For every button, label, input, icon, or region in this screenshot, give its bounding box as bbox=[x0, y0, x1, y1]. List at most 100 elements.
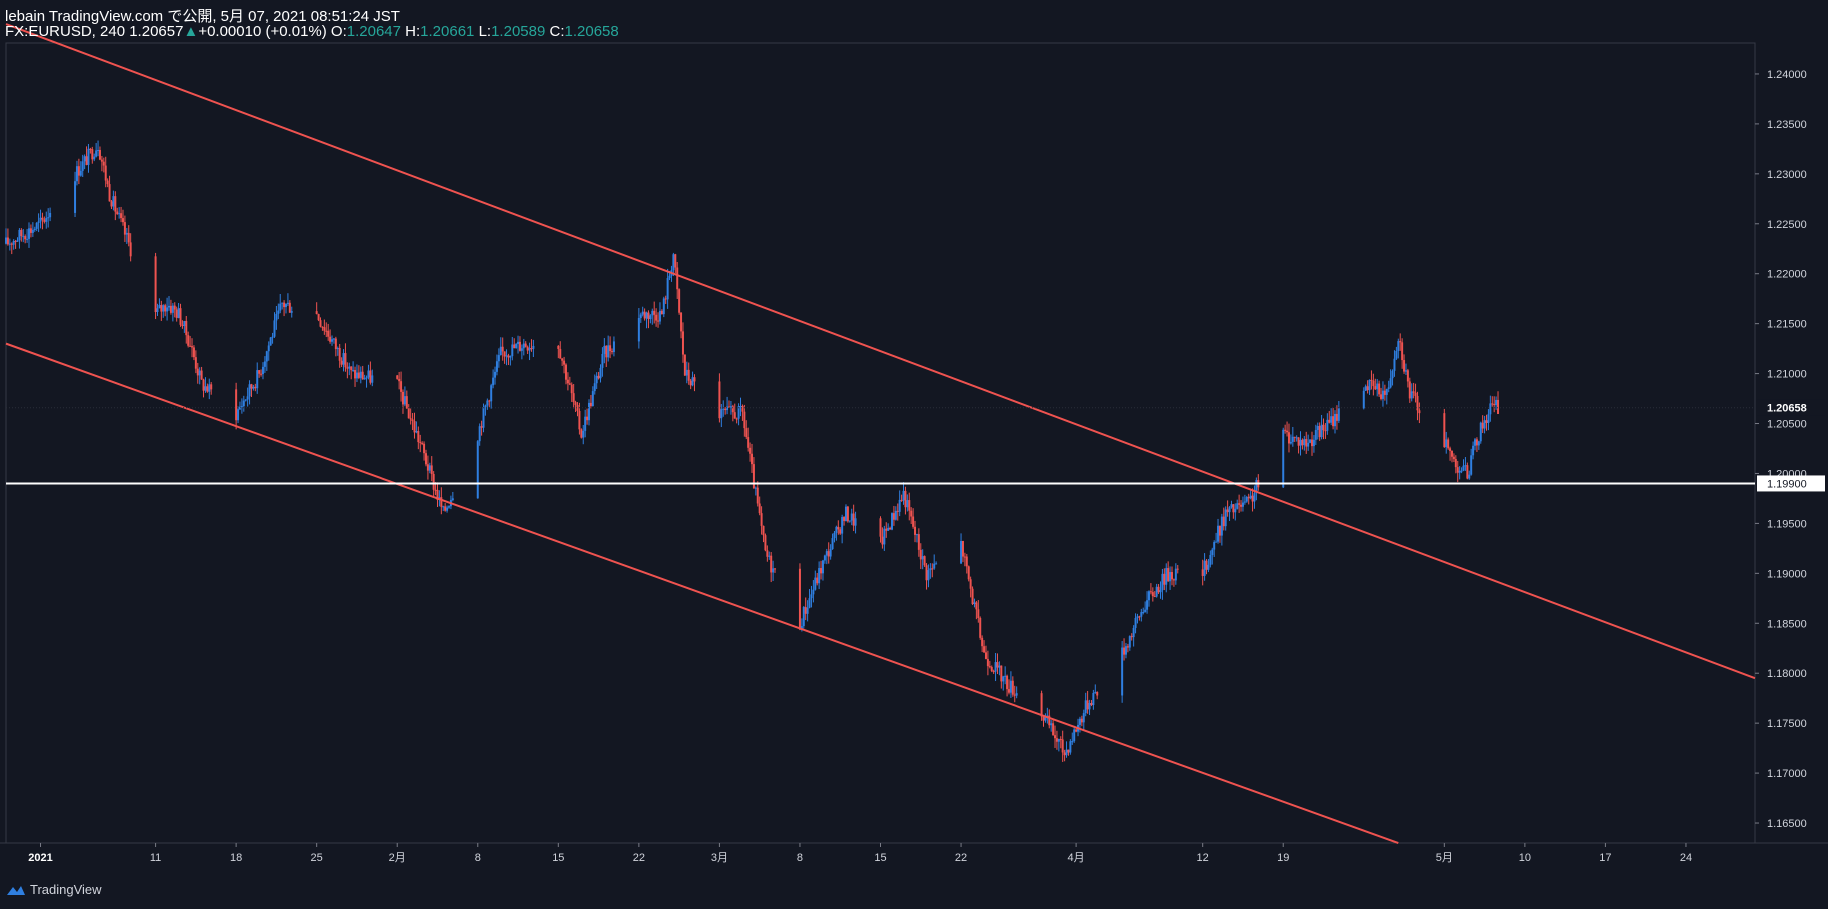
candle-body-119 bbox=[325, 330, 328, 332]
candle-body-288 bbox=[764, 535, 767, 551]
drawings-layer[interactable] bbox=[5, 23, 1756, 844]
candle-body-511 bbox=[1376, 383, 1379, 390]
candle-body-219 bbox=[586, 416, 589, 421]
candle-body-301 bbox=[812, 589, 815, 595]
candle-body-264 bbox=[718, 381, 721, 419]
candle-body-372 bbox=[994, 662, 997, 672]
candle-body-541 bbox=[1456, 467, 1459, 473]
candle-body-210 bbox=[568, 383, 571, 385]
candle-body-449 bbox=[1211, 549, 1214, 555]
candle-body-249 bbox=[666, 278, 669, 300]
candle-body-127 bbox=[340, 360, 343, 365]
candle-body-350 bbox=[929, 568, 932, 571]
candle-body-53 bbox=[129, 242, 132, 257]
candle-body-487 bbox=[1307, 442, 1310, 447]
candle-body-464 bbox=[1240, 504, 1243, 507]
candle-body-348 bbox=[925, 565, 928, 581]
candle-body-240 bbox=[649, 315, 652, 320]
candle-body-280 bbox=[749, 447, 752, 454]
candle-body-24 bbox=[74, 181, 77, 213]
candle-body-478 bbox=[1289, 441, 1292, 444]
candle-body-181 bbox=[490, 385, 493, 402]
candle-body-250 bbox=[668, 275, 671, 279]
candle-body-271 bbox=[731, 406, 734, 413]
candle-body-389 bbox=[1050, 723, 1053, 726]
candle-body-335 bbox=[900, 499, 903, 501]
candle-body-231 bbox=[609, 345, 612, 352]
candle-body-237 bbox=[643, 311, 646, 319]
candle-body-442 bbox=[1174, 568, 1177, 581]
candle-body-115 bbox=[317, 314, 320, 321]
candle-body-537 bbox=[1449, 448, 1452, 451]
candle-body-41 bbox=[106, 180, 109, 185]
chart-canvas[interactable]: 1.24000 1.23500 1.23000 1.22500 1.22000 1.215… bbox=[0, 0, 1828, 909]
candle-body-268 bbox=[726, 406, 729, 411]
candle-body-94 bbox=[254, 386, 257, 389]
candle-body-486 bbox=[1305, 438, 1308, 447]
candle-body-419 bbox=[1130, 636, 1133, 638]
candle-body-159 bbox=[424, 453, 427, 465]
candle-body-432 bbox=[1155, 586, 1158, 597]
time-tick-label: 15 bbox=[552, 852, 564, 864]
candle-body-79 bbox=[202, 379, 205, 391]
candle-body-178 bbox=[484, 405, 487, 408]
candle-body-342 bbox=[914, 526, 917, 535]
time-axis[interactable]: 2021 11 18 25 2月 8 15 22 3月 8 15 22 4月 12 19 5月 10 17 24 bbox=[28, 843, 1692, 864]
candle-body-23 bbox=[49, 212, 52, 218]
candle-body-96 bbox=[258, 370, 261, 374]
candle-body-481 bbox=[1295, 437, 1298, 439]
price-axis[interactable]: 1.24000 1.23500 1.23000 1.22500 1.22000 1.215… bbox=[1755, 69, 1825, 830]
candle-body-192 bbox=[511, 344, 514, 357]
candle-body-141 bbox=[367, 370, 370, 378]
candle-body-346 bbox=[921, 556, 924, 560]
candle-body-102 bbox=[269, 337, 272, 346]
candle-body-235 bbox=[639, 314, 642, 318]
candle-body-30 bbox=[85, 156, 88, 165]
candle-body-87 bbox=[240, 406, 243, 408]
candle-body-475 bbox=[1284, 429, 1287, 431]
candle-body-394 bbox=[1059, 739, 1062, 741]
candle-body-129 bbox=[344, 353, 347, 368]
candle-body-83 bbox=[210, 384, 213, 390]
candle-body-48 bbox=[120, 213, 123, 219]
candle-body-435 bbox=[1161, 573, 1164, 591]
candle-body-485 bbox=[1303, 438, 1306, 446]
candle-body-452 bbox=[1217, 525, 1220, 542]
candle-body-374 bbox=[998, 665, 1001, 668]
candle-body-230 bbox=[607, 345, 610, 358]
candle-body-77 bbox=[198, 370, 201, 376]
candle-body-460 bbox=[1232, 504, 1235, 513]
candle-body-259 bbox=[685, 369, 688, 376]
candle-body-555 bbox=[1483, 420, 1486, 429]
candle-body-120 bbox=[327, 330, 330, 337]
last-price-tag-label: 1.20658 bbox=[1767, 403, 1807, 415]
candle-body-204 bbox=[557, 345, 560, 349]
candle-body-400 bbox=[1071, 741, 1074, 743]
candle-body-427 bbox=[1146, 600, 1149, 610]
candle-body-222 bbox=[591, 391, 594, 407]
candle-body-414 bbox=[1121, 647, 1124, 696]
candle-body-215 bbox=[578, 410, 581, 430]
candle-body-51 bbox=[125, 232, 128, 235]
candle-body-256 bbox=[680, 312, 683, 332]
price-tick-label: 1.16500 bbox=[1767, 818, 1807, 830]
candle-body-207 bbox=[563, 360, 566, 365]
footer-brand: TradingView bbox=[30, 882, 102, 897]
candle-body-275 bbox=[739, 406, 742, 408]
candle-body-304 bbox=[818, 568, 821, 584]
candle-body-236 bbox=[641, 311, 644, 315]
candle-body-369 bbox=[988, 666, 991, 668]
candle-body-28 bbox=[81, 161, 84, 171]
candle-body-498 bbox=[1328, 419, 1331, 423]
tradingview-footer[interactable]: TradingView bbox=[6, 882, 102, 897]
candle-body-558 bbox=[1489, 403, 1492, 415]
candle-body-228 bbox=[603, 345, 606, 354]
candle-body-65 bbox=[175, 309, 178, 318]
candle-body-515 bbox=[1383, 390, 1386, 395]
candle-body-193 bbox=[513, 344, 516, 349]
candle-body-365 bbox=[981, 637, 984, 647]
candle-body-314 bbox=[837, 526, 840, 530]
candle-body-494 bbox=[1320, 424, 1323, 438]
candle-body-72 bbox=[189, 345, 192, 347]
candle-body-516 bbox=[1385, 388, 1388, 395]
